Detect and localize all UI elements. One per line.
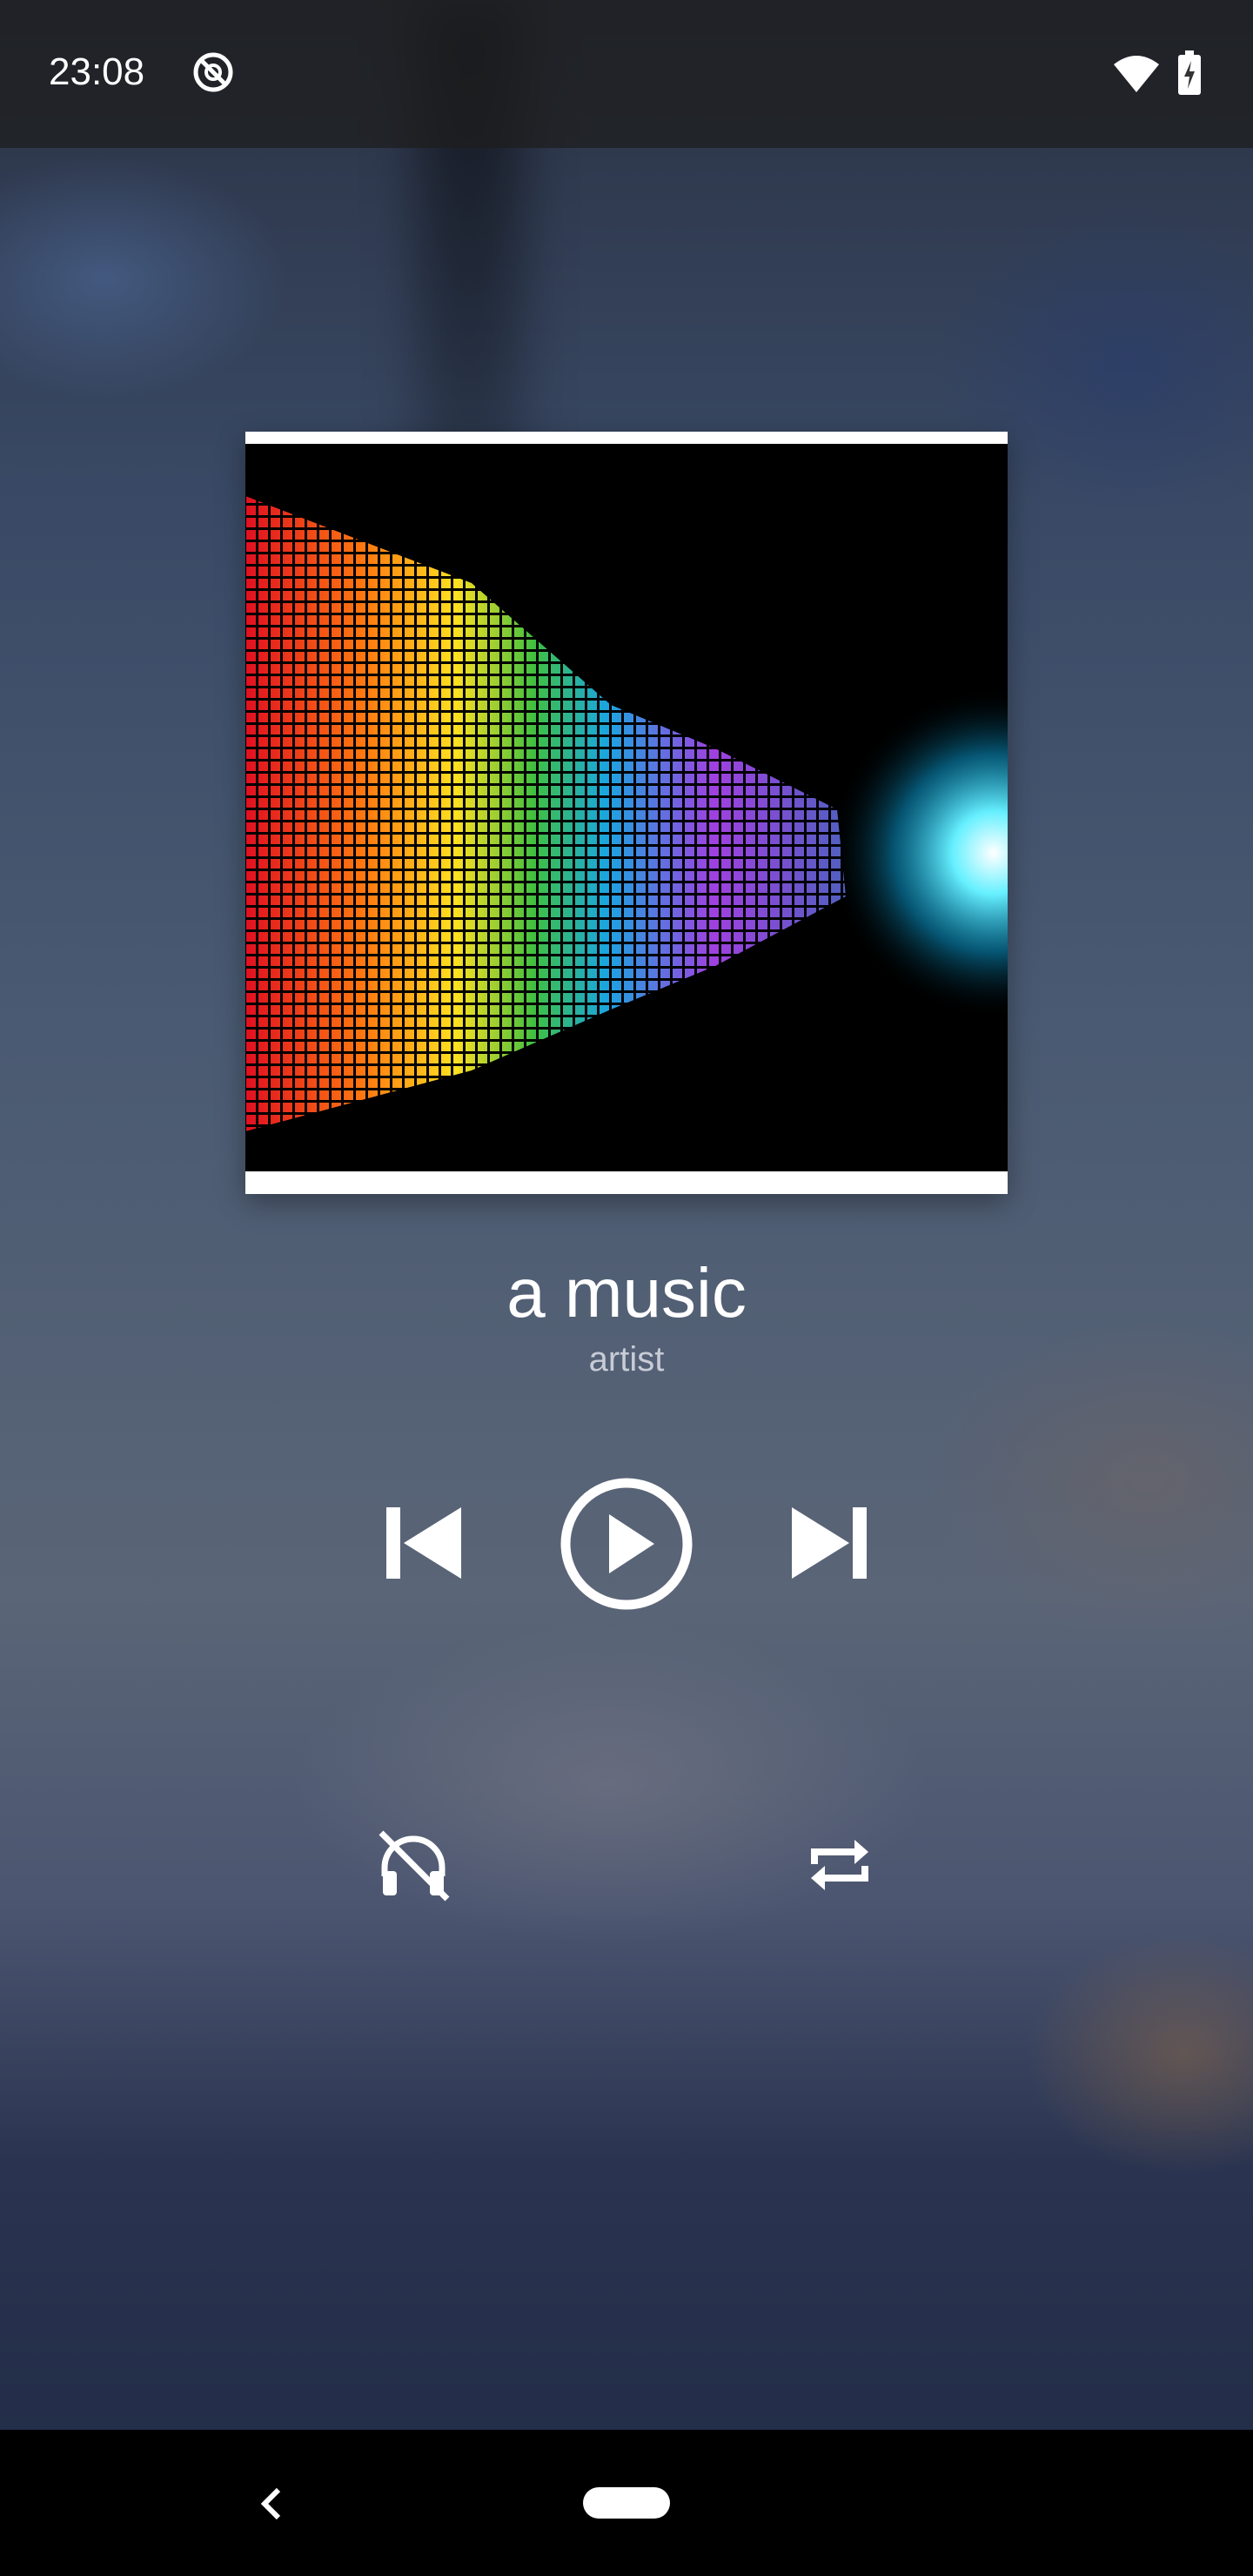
status-bar: 23:08 bbox=[0, 0, 1253, 148]
headphones-off-icon[interactable] bbox=[374, 1826, 452, 1904]
album-art bbox=[245, 444, 1008, 1171]
album-art-frame bbox=[245, 432, 1008, 1194]
album-art-graphic bbox=[245, 444, 1008, 1171]
status-time: 23:08 bbox=[49, 50, 145, 93]
skip-previous-icon[interactable] bbox=[374, 1495, 470, 1591]
wifi-icon bbox=[1114, 56, 1159, 92]
track-title: a music bbox=[506, 1254, 747, 1332]
repeat-icon[interactable] bbox=[801, 1826, 879, 1904]
battery-charging-icon bbox=[1178, 50, 1201, 95]
skip-next-icon[interactable] bbox=[783, 1495, 879, 1591]
do-not-disturb-icon bbox=[193, 52, 233, 92]
back-chevron-icon[interactable] bbox=[252, 2485, 291, 2523]
track-artist: artist bbox=[588, 1340, 665, 1379]
play-circle-icon[interactable] bbox=[557, 1474, 696, 1613]
home-pill[interactable] bbox=[583, 2487, 670, 2519]
